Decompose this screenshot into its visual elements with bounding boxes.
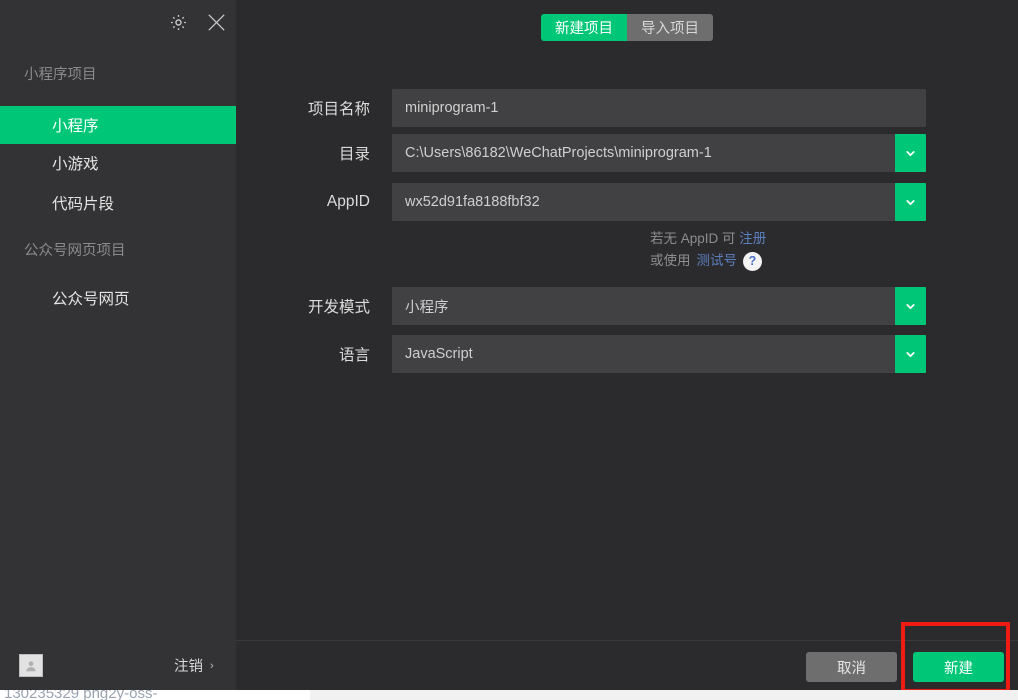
form-row-appid: AppID wx52d91fa8188fbf32 <box>236 183 1018 221</box>
cancel-button-label: 取消 <box>837 660 866 677</box>
sidebar-group-title-miniprogram: 小程序项目 <box>24 67 97 83</box>
label-directory: 目录 <box>338 146 370 163</box>
appid-hint-prefix2: 或使用 <box>650 253 691 268</box>
logout-label: 注销 <box>174 659 203 675</box>
background-scrollbar[interactable] <box>310 690 1018 700</box>
appid-value: wx52d91fa8188fbf32 <box>405 194 540 210</box>
logout-link[interactable]: 注销 › <box>174 655 214 676</box>
cancel-button[interactable]: 取消 <box>806 652 897 682</box>
chevron-down-icon[interactable] <box>895 134 926 172</box>
dialog-footer: 取消 新建 <box>236 640 1018 690</box>
help-icon[interactable]: ? <box>743 251 762 271</box>
label-dev-mode: 开发模式 <box>307 299 370 316</box>
background-filename-text: 130235329 png2y-oss- <box>4 690 158 700</box>
directory-value: C:\Users\86182\WeChatProjects\miniprogra… <box>405 145 712 161</box>
sidebar-item-code-snippet[interactable]: 代码片段 <box>0 184 236 222</box>
desktop-background-strip: 130235329 png2y-oss- <box>0 690 1018 700</box>
form-row-directory: 目录 C:\Users\86182\WeChatProjects\minipro… <box>236 134 1018 172</box>
tab-new-project[interactable]: 新建项目 <box>541 14 627 41</box>
sidebar-item-miniprogram[interactable]: 小程序 <box>0 106 236 144</box>
directory-select[interactable]: C:\Users\86182\WeChatProjects\miniprogra… <box>392 134 926 172</box>
project-name-input[interactable]: miniprogram-1 <box>392 89 926 127</box>
appid-hint-line1: 若无 AppID 可 注册 <box>650 228 766 250</box>
avatar[interactable] <box>19 654 43 677</box>
dev-mode-select[interactable]: 小程序 <box>392 287 926 325</box>
new-project-dialog: 小程序项目 小程序 小游戏 代码片段 公众号网页项目 公众号网页 注销 › 新建… <box>0 0 1018 700</box>
window-controls <box>166 10 228 34</box>
appid-select[interactable]: wx52d91fa8188fbf32 <box>392 183 926 221</box>
sidebar-item-official-account-webpage[interactable]: 公众号网页 <box>0 279 236 317</box>
appid-hint-prefix: 若无 AppID 可 <box>650 231 740 246</box>
label-appid: AppID <box>326 193 370 210</box>
register-link[interactable]: 注册 <box>739 231 766 246</box>
appid-hint-line2: 或使用 测试号 ? <box>650 250 766 272</box>
appid-hint: 若无 AppID 可 注册 或使用 测试号 ? <box>650 228 766 272</box>
tab-label: 导入项目 <box>641 21 699 37</box>
sidebar-item-minigame[interactable]: 小游戏 <box>0 144 236 182</box>
tab-label: 新建项目 <box>555 21 613 37</box>
chevron-down-icon[interactable] <box>895 183 926 221</box>
create-button[interactable]: 新建 <box>913 652 1004 682</box>
tab-bar: 新建项目 导入项目 <box>541 14 713 41</box>
test-account-link[interactable]: 测试号 <box>697 250 738 272</box>
dev-mode-value: 小程序 <box>405 299 449 316</box>
form-row-language: 语言 JavaScript <box>236 335 1018 373</box>
sidebar-item-label: 小程序 <box>52 118 99 135</box>
project-name-value: miniprogram-1 <box>405 100 499 116</box>
chevron-down-icon[interactable] <box>895 287 926 325</box>
create-button-label: 新建 <box>944 660 973 677</box>
sidebar-item-label: 小游戏 <box>52 156 99 173</box>
label-language: 语言 <box>338 347 370 364</box>
chevron-down-icon[interactable] <box>895 335 926 373</box>
sidebar-item-label: 代码片段 <box>52 196 115 213</box>
form-row-project-name: 项目名称 miniprogram-1 <box>236 89 1018 127</box>
chevron-right-icon: › <box>210 659 214 672</box>
language-select[interactable]: JavaScript <box>392 335 926 373</box>
sidebar-item-label: 公众号网页 <box>52 291 130 308</box>
form-row-dev-mode: 开发模式 小程序 <box>236 287 1018 325</box>
language-value: JavaScript <box>405 346 473 362</box>
sidebar: 小程序项目 小程序 小游戏 代码片段 公众号网页项目 公众号网页 注销 › <box>0 0 236 690</box>
gear-icon[interactable] <box>166 10 190 34</box>
main-panel: 新建项目 导入项目 项目名称 miniprogram-1 目录 C:\Users… <box>236 0 1018 690</box>
close-icon[interactable] <box>204 10 228 34</box>
tab-import-project[interactable]: 导入项目 <box>627 14 713 41</box>
sidebar-group-title-official-account: 公众号网页项目 <box>24 243 126 259</box>
label-project-name: 项目名称 <box>307 101 370 118</box>
